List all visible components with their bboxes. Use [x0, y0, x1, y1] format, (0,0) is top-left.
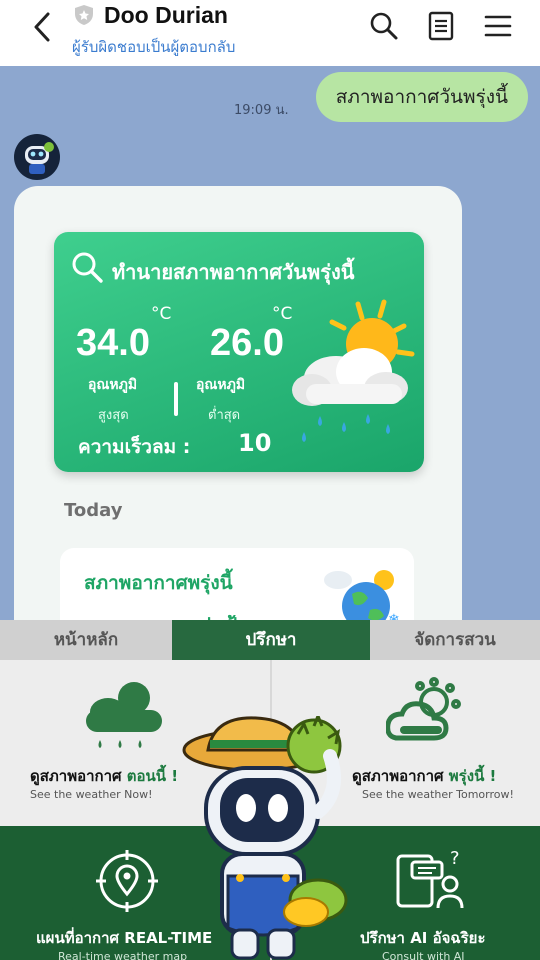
tomorrow-summary-card[interactable]: สภาพอากาศพรุ่งนี้ ฝนฟ้าคะนอง ❄ [60, 548, 414, 620]
weather-forecast-card[interactable]: ทำนายสภาพอากาศวันพรุ่งนี้ 34.0 °C 26.0 °… [54, 232, 424, 472]
tab-home[interactable]: หน้าหลัก [0, 620, 172, 660]
note-icon[interactable] [425, 10, 457, 42]
weather-now-en: See the weather Now! [30, 788, 153, 801]
map-pin-target-icon [96, 850, 158, 912]
high-temp-unit: °C [151, 304, 172, 324]
globe-weather-icon: ❄ [324, 570, 400, 620]
today-label: Today [64, 500, 123, 521]
sun-rain-cloud-icon [292, 299, 415, 442]
chat-title[interactable]: Doo Durian [104, 2, 228, 29]
rain-cloud-icon [86, 682, 162, 748]
weather-tomorrow-title-main: ดูสภาพอากาศ [352, 767, 444, 785]
realtime-map-en: Real-time weather map [58, 950, 188, 960]
robot-icon [25, 142, 54, 174]
high-temp-label: อุณหภูมิ [88, 377, 138, 393]
consult-ai-en: Consult with AI [382, 950, 465, 960]
search-icon[interactable] [368, 10, 400, 42]
weather-message-card[interactable]: ทำนายสภาพอากาศวันพรุ่งนี้ 34.0 °C 26.0 °… [14, 186, 462, 620]
tab-manage-garden[interactable]: จัดการสวน [370, 620, 540, 660]
low-temp: 26.0 [210, 322, 284, 364]
robot-farmer-mascot [182, 716, 348, 960]
shield-icon [75, 5, 93, 25]
wind-label: ความเร็วลม : [78, 436, 191, 458]
weather-tomorrow-en: See the weather Tomorrow! [362, 788, 514, 801]
weather-now-title-main: ดูสภาพอากาศ [30, 767, 122, 785]
tab-consult[interactable]: ปรึกษา [172, 620, 370, 660]
wind-value: 10 [238, 429, 272, 457]
bot-avatar[interactable] [14, 134, 60, 180]
weather-tomorrow-title-accent: พรุ่งนี้ ! [448, 767, 497, 785]
weather-now-title: ดูสภาพอากาศ ตอนนี้ ! [30, 764, 178, 788]
high-temp: 34.0 [76, 322, 150, 364]
low-temp-label: อุณหภูมิ [196, 377, 246, 393]
weather-tomorrow-title: ดูสภาพอากาศ พรุ่งนี้ ! [352, 764, 496, 788]
forecast-title: ทำนายสภาพอากาศวันพรุ่งนี้ [112, 260, 355, 284]
search-icon [72, 252, 103, 283]
message-time: 19:09 น. [234, 103, 289, 118]
low-temp-sub: ต่ำสุด [208, 408, 241, 423]
chat-area[interactable]: สภาพอากาศวันพรุ่งนี้ 19:09 น. ทำนายสภาพอ… [0, 66, 540, 620]
high-temp-sub: สูงสุด [98, 408, 129, 423]
chat-header: Doo Durian ผู้รับผิดชอบเป็นผู้ตอบกลับ [0, 0, 540, 66]
rich-menu-tabs: หน้าหลัก ปรึกษา จัดการสวน [0, 620, 540, 660]
ai-chat-icon: ? [396, 848, 464, 909]
tomorrow-summary-title: สภาพอากาศพรุ่งนี้ [84, 572, 233, 594]
outgoing-message[interactable]: สภาพอากาศวันพรุ่งนี้ [315, 72, 528, 122]
temp-divider [174, 382, 178, 416]
tomorrow-summary-condition: ฝนฟ้าคะนอง [200, 610, 305, 620]
svg-text:❄: ❄ [388, 612, 400, 620]
weather-now-title-accent: ตอนนี้ ! [126, 767, 179, 785]
consult-ai-title: ปรึกษา AI อัจฉริยะ [360, 929, 486, 947]
back-icon[interactable] [28, 10, 58, 44]
menu-icon[interactable] [482, 10, 514, 42]
sun-cloud-icon [386, 677, 461, 741]
chat-subtitle: ผู้รับผิดชอบเป็นผู้ตอบกลับ [72, 38, 236, 56]
svg-text:?: ? [450, 848, 460, 869]
